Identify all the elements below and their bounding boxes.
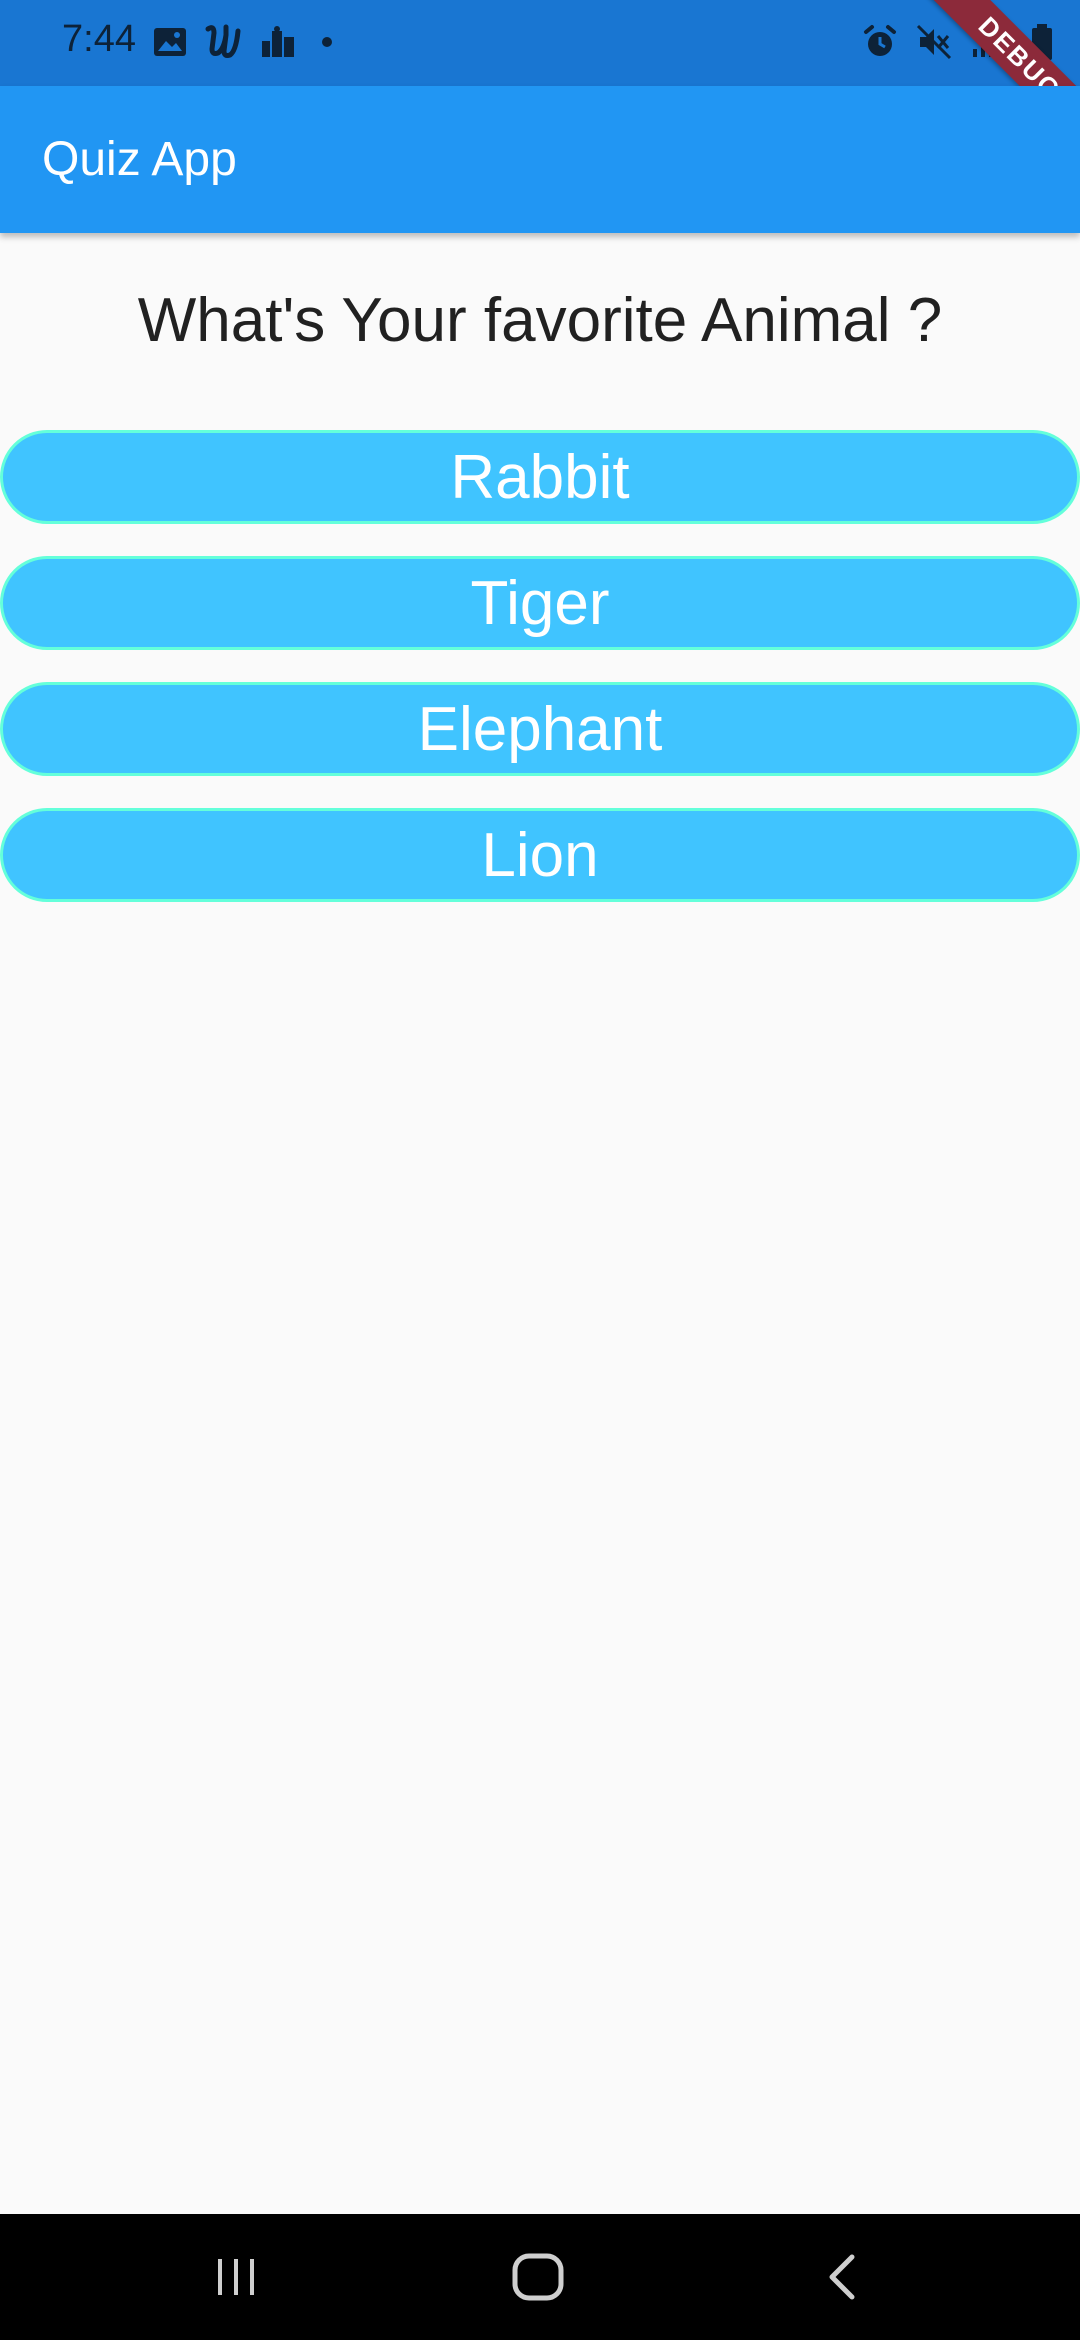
answer-button-rabbit[interactable]: Rabbit	[0, 430, 1080, 524]
alarm-icon	[860, 22, 900, 62]
answer-list: Rabbit Tiger Elephant Lion	[0, 430, 1080, 934]
status-time: 7:44	[62, 18, 136, 60]
mute-icon	[914, 22, 954, 62]
app-bar: Quiz App	[0, 86, 1080, 233]
navigation-bar	[0, 2214, 1080, 2340]
u-app-icon	[204, 22, 244, 62]
question-text: What's Your favorite Animal ?	[137, 286, 943, 355]
screen: 7:44 DEBUG Quiz App What's Your favorite…	[0, 0, 1080, 2340]
back-icon[interactable]	[802, 2244, 882, 2310]
notification-dot	[322, 37, 332, 47]
status-bar: 7:44 DEBUG	[0, 0, 1080, 165]
app-title: Quiz App	[42, 133, 237, 186]
answer-button-elephant[interactable]: Elephant	[0, 682, 1080, 776]
answer-button-lion[interactable]: Lion	[0, 808, 1080, 902]
image-icon	[150, 22, 190, 62]
answer-button-tiger[interactable]: Tiger	[0, 556, 1080, 650]
recent-apps-icon[interactable]	[196, 2244, 276, 2310]
city-icon	[258, 22, 298, 62]
home-icon[interactable]	[498, 2244, 578, 2310]
status-left-icons	[150, 22, 332, 62]
